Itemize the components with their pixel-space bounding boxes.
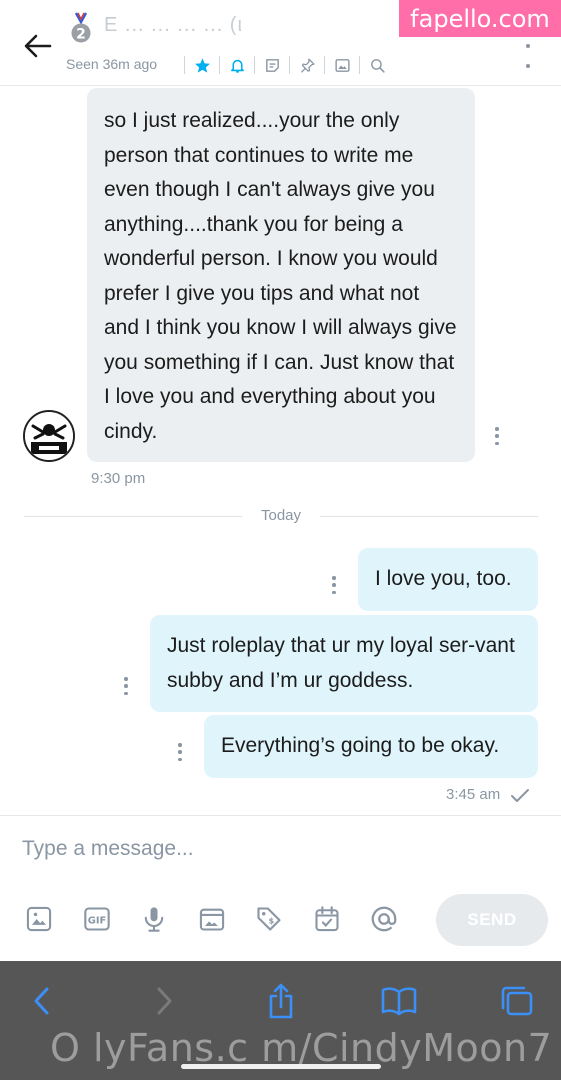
search-icon[interactable] xyxy=(368,56,386,74)
check-icon xyxy=(510,788,530,804)
svg-text:$: $ xyxy=(268,916,274,926)
gif-icon[interactable]: GIF xyxy=(82,904,112,934)
mention-icon[interactable] xyxy=(369,904,399,934)
divider xyxy=(219,56,220,74)
outgoing-message-bubble[interactable]: Everything’s going to be okay. xyxy=(204,715,538,778)
outgoing-timestamp: 3:45 am xyxy=(446,786,501,803)
microphone-icon[interactable] xyxy=(139,904,169,934)
media-vault-icon[interactable] xyxy=(197,904,227,934)
price-tag-icon[interactable]: $ xyxy=(254,904,284,934)
contact-name[interactable]: E ... ... ... ... (ι xyxy=(104,14,394,40)
home-indicator[interactable] xyxy=(181,1064,381,1069)
message-input[interactable] xyxy=(22,834,422,864)
divider xyxy=(289,56,290,74)
day-divider-label: Today xyxy=(260,507,302,524)
image-icon[interactable] xyxy=(24,904,54,934)
back-icon[interactable] xyxy=(22,981,62,1021)
message-options-icon[interactable] xyxy=(493,427,501,445)
star-icon[interactable] xyxy=(193,56,211,74)
message-options-icon[interactable] xyxy=(330,576,338,594)
more-options-icon[interactable] xyxy=(523,44,533,68)
bell-icon[interactable] xyxy=(228,56,246,74)
schedule-icon[interactable] xyxy=(312,904,342,934)
composer-tools: GIF $ xyxy=(24,904,427,934)
message-options-icon[interactable] xyxy=(176,743,184,761)
outgoing-message-bubble[interactable]: Just roleplay that ur my loyal ser-vant … xyxy=(150,615,538,712)
divider xyxy=(184,56,185,74)
watermark-top: fapello.com xyxy=(399,0,561,37)
day-divider: Today xyxy=(24,503,538,529)
contact-avatar[interactable] xyxy=(23,410,75,462)
divider xyxy=(254,56,255,74)
medal-badge-icon: 2 xyxy=(70,12,92,46)
gallery-icon[interactable] xyxy=(333,56,351,74)
divider xyxy=(324,56,325,74)
send-button[interactable]: SEND xyxy=(436,894,548,946)
share-icon[interactable] xyxy=(261,981,301,1021)
outgoing-message-bubble[interactable]: I love you, too. xyxy=(358,548,538,611)
divider xyxy=(359,56,360,74)
tabs-icon[interactable] xyxy=(497,981,537,1021)
message-composer: GIF $ SEND xyxy=(0,815,561,961)
last-seen-status: Seen 36m ago xyxy=(66,56,158,72)
bookmarks-icon[interactable] xyxy=(379,981,419,1021)
chat-header-actions xyxy=(176,52,386,78)
pin-icon[interactable] xyxy=(298,56,316,74)
svg-text:GIF: GIF xyxy=(87,916,106,927)
note-icon[interactable] xyxy=(263,56,281,74)
svg-text:2: 2 xyxy=(76,27,86,43)
incoming-timestamp: 9:30 pm xyxy=(91,470,146,487)
back-arrow-icon[interactable] xyxy=(20,28,56,64)
message-options-icon[interactable] xyxy=(122,677,130,695)
incoming-message-bubble[interactable]: so I just realized....your the only pers… xyxy=(87,88,475,462)
forward-icon[interactable] xyxy=(144,981,184,1021)
